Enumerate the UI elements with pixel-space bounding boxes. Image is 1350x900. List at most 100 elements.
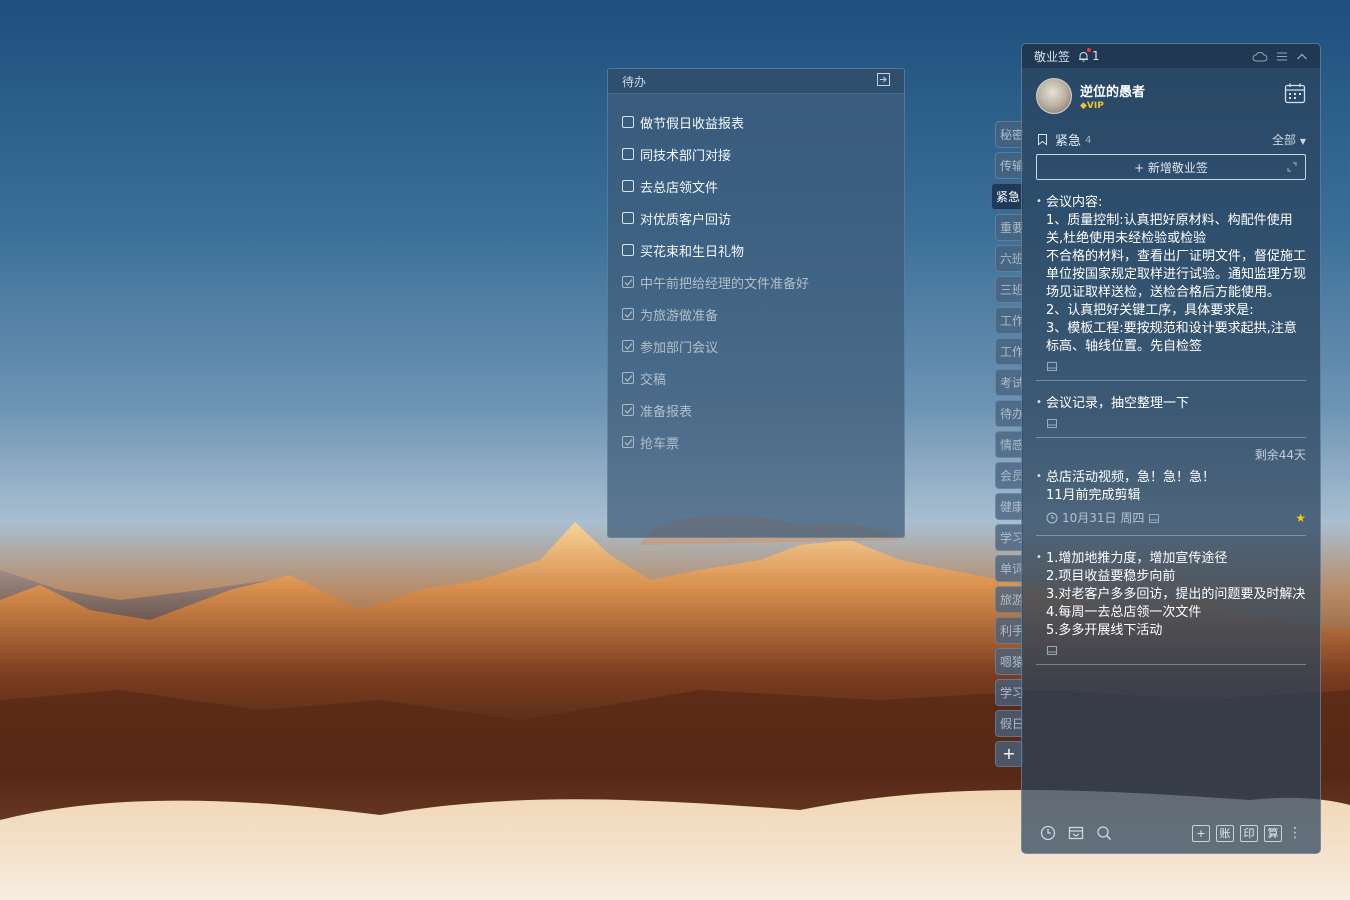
todo-item-done[interactable]: 准备报表 [608,394,904,426]
todo-panel: 待办 做节假日收益报表 同技术部门对接 去总店领文件 对优质客户回访 买花束和生… [607,68,905,538]
todo-item-text: 买花束和生日礼物 [640,244,745,260]
expand-icon[interactable] [1287,162,1297,172]
bell-icon [1079,51,1089,61]
chevron-up-icon[interactable] [1296,51,1308,62]
checkbox[interactable] [622,180,634,192]
todo-header: 待办 [608,69,904,94]
bottom-toolbar: + 账 印 算 ⋮ [1022,813,1320,853]
attachment-icon[interactable] [1046,417,1058,429]
todo-title: 待办 [622,74,647,89]
print-button[interactable]: 印 [1240,824,1258,842]
checkbox[interactable] [622,116,634,128]
tab-category[interactable]: 学习 [995,679,1023,706]
avatar[interactable] [1036,78,1072,114]
todo-item-text: 去总店领文件 [640,180,719,196]
attachment-icon[interactable] [1148,512,1160,524]
tab-category[interactable]: 秘密 [995,121,1023,148]
tab-category[interactable]: 三班 [995,276,1023,303]
todo-item[interactable]: 去总店领文件 [608,170,904,202]
notification-count: 1 [1092,49,1100,63]
todo-item-done[interactable]: 参加部门会议 [608,330,904,362]
checkbox[interactable] [622,244,634,256]
category-count: 4 [1085,135,1092,146]
todo-item-text: 为旅游做准备 [640,308,719,324]
note-item[interactable]: 会议内容: 1、质量控制:认真把好原材料、构配件使用关,杜绝使用未经检验或检验 … [1036,180,1306,381]
note-body: 总店活动视频，急！急！急！ 11月前完成剪辑 [1046,470,1216,503]
todo-item-text: 对优质客户回访 [640,212,732,228]
more-icon[interactable]: ⋮ [1288,825,1302,841]
checkbox[interactable] [622,148,634,160]
notification-bell[interactable]: 1 [1078,48,1100,63]
cloud-sync-icon[interactable] [1252,51,1268,62]
vip-label: VIP [1086,101,1104,111]
exit-icon[interactable] [877,73,890,89]
todo-item-text: 做节假日收益报表 [640,116,745,132]
checked-checkbox[interactable] [622,340,634,352]
search-icon[interactable] [1096,825,1112,841]
todo-item-text: 抢车票 [640,436,680,452]
todo-item-text: 参加部门会议 [640,340,719,356]
calculator-button[interactable]: 算 [1264,824,1282,842]
clock-icon [1046,512,1058,524]
checked-checkbox[interactable] [622,436,634,448]
todo-item[interactable]: 对优质客户回访 [608,202,904,234]
todo-list: 做节假日收益报表 同技术部门对接 去总店领文件 对优质客户回访 买花束和生日礼物… [608,94,904,458]
user-profile: 逆位的愚者 ◆VIP [1022,68,1320,124]
todo-item-text: 中午前把给经理的文件准备好 [640,276,810,292]
tab-category[interactable]: 健康 [995,493,1023,520]
vip-badge: ◆VIP [1080,101,1104,111]
calendar-icon[interactable] [1284,82,1306,108]
note-item[interactable]: 会议记录，抽空整理一下 [1036,381,1306,438]
menu-icon[interactable] [1276,51,1288,62]
tab-category[interactable]: 利手 [995,617,1023,644]
category-name: 紧急 [1055,133,1082,149]
tab-category[interactable]: 旅游 [995,586,1023,613]
note-body: 1.增加地推力度，增加宣传途径 2.项目收益要稳步向前 3.对老客户多多回访，提… [1046,551,1306,638]
inbox-icon[interactable] [1068,825,1084,841]
tab-category[interactable]: 六班 [995,245,1023,272]
todo-item[interactable]: 做节假日收益报表 [608,106,904,138]
add-note-button[interactable]: + 新增敬业签 [1036,154,1306,180]
tab-category-active[interactable]: 紧急 [991,183,1023,210]
tab-category[interactable]: 单词 [995,555,1023,582]
add-category-button[interactable]: + [995,741,1023,767]
caret-down-icon: ▼ [1299,136,1306,146]
todo-item-done[interactable]: 为旅游做准备 [608,298,904,330]
tab-category[interactable]: 学习 [995,524,1023,551]
star-icon[interactable]: ★ [1295,509,1306,527]
filter-dropdown[interactable]: 全部 ▼ [1272,131,1306,148]
checkbox[interactable] [622,212,634,224]
tab-category[interactable]: 待办 [995,400,1023,427]
title-bar: 敬业签 1 [1022,44,1320,68]
attachment-icon[interactable] [1046,644,1058,656]
todo-item[interactable]: 同技术部门对接 [608,138,904,170]
checked-checkbox[interactable] [622,372,634,384]
note-body: 会议内容: 1、质量控制:认真把好原材料、构配件使用关,杜绝使用未经检验或检验 … [1046,195,1306,354]
filter-label: 全部 [1272,132,1297,147]
tab-category[interactable]: 情感 [995,431,1023,458]
app-name: 敬业签 [1034,49,1071,64]
add-button[interactable]: + [1192,824,1210,842]
checked-checkbox[interactable] [622,404,634,416]
tab-category[interactable]: 会员 [995,462,1023,489]
tab-category[interactable]: 重要 [995,214,1023,241]
tab-category[interactable]: 嗯猿 [995,648,1023,675]
checked-checkbox[interactable] [622,308,634,320]
todo-item-done[interactable]: 交稿 [608,362,904,394]
checked-checkbox[interactable] [622,276,634,288]
todo-item-done[interactable]: 抢车票 [608,426,904,458]
tab-category[interactable]: 工作 [995,307,1023,334]
note-item[interactable]: 1.增加地推力度，增加宣传途径 2.项目收益要稳步向前 3.对老客户多多回访，提… [1036,536,1306,665]
todo-item-done[interactable]: 中午前把给经理的文件准备好 [608,266,904,298]
todo-item[interactable]: 买花束和生日礼物 [608,234,904,266]
history-icon[interactable] [1040,825,1056,841]
tab-category[interactable]: 考试 [995,369,1023,396]
bookmark-icon [1038,133,1047,145]
account-button[interactable]: 账 [1216,824,1234,842]
tab-category[interactable]: 工作 [995,338,1023,365]
attachment-icon[interactable] [1046,360,1058,372]
tab-category[interactable]: 假日 [995,710,1023,737]
tab-category[interactable]: 传输 [995,152,1023,179]
add-note-label: + 新增敬业签 [1134,160,1208,175]
note-item[interactable]: 总店活动视频，急！急！急！ 11月前完成剪辑 10月31日 周四 ★ [1036,455,1306,536]
